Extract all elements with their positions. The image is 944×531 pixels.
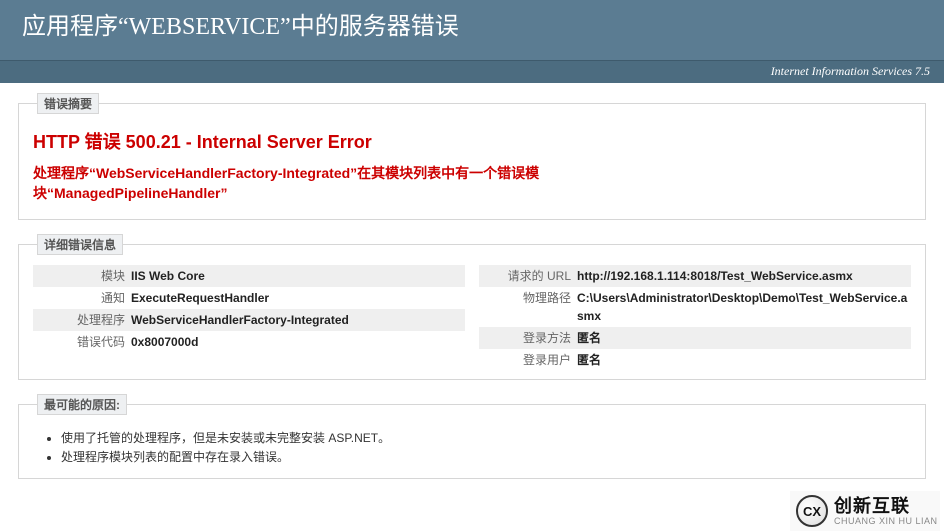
detail-row: 登录方法匿名 <box>479 327 911 349</box>
error-summary-legend: 错误摘要 <box>37 93 99 114</box>
detail-value: ExecuteRequestHandler <box>131 289 465 307</box>
iis-version-strip: Internet Information Services 7.5 <box>0 61 944 83</box>
details-left-column: 模块IIS Web Core通知ExecuteRequestHandler处理程… <box>33 265 465 371</box>
detail-row: 登录用户匿名 <box>479 349 911 371</box>
likely-causes-box: 最可能的原因: 使用了托管的处理程序，但是未安装或未完整安装 ASP.NET。处… <box>18 394 926 478</box>
error-title: HTTP 错误 500.21 - Internal Server Error <box>33 128 911 154</box>
detail-row: 物理路径C:\Users\Administrator\Desktop\Demo\… <box>479 287 911 327</box>
detail-row: 错误代码0x8007000d <box>33 331 465 353</box>
error-details-legend: 详细错误信息 <box>37 234 123 255</box>
detail-row: 通知ExecuteRequestHandler <box>33 287 465 309</box>
error-details-box: 详细错误信息 模块IIS Web Core通知ExecuteRequestHan… <box>18 234 926 380</box>
detail-value: IIS Web Core <box>131 267 465 285</box>
page-header: 应用程序“WEBSERVICE”中的服务器错误 <box>0 0 944 61</box>
brand-watermark: CX 创新互联 CHUANG XIN HU LIAN <box>790 491 940 531</box>
detail-label: 通知 <box>33 289 131 307</box>
detail-value: C:\Users\Administrator\Desktop\Demo\Test… <box>577 289 911 325</box>
detail-label: 登录用户 <box>479 351 577 369</box>
detail-label: 登录方法 <box>479 329 577 347</box>
cause-item: 处理程序模块列表的配置中存在录入错误。 <box>61 448 911 467</box>
detail-row: 请求的 URLhttp://192.168.1.114:8018/Test_We… <box>479 265 911 287</box>
error-summary-box: 错误摘要 HTTP 错误 500.21 - Internal Server Er… <box>18 93 926 220</box>
likely-causes-list: 使用了托管的处理程序，但是未安装或未完整安装 ASP.NET。处理程序模块列表的… <box>61 429 911 467</box>
detail-value: 匿名 <box>577 351 911 369</box>
page-title: 应用程序“WEBSERVICE”中的服务器错误 <box>0 0 944 41</box>
detail-value: 匿名 <box>577 329 911 347</box>
detail-value: WebServiceHandlerFactory-Integrated <box>131 311 465 329</box>
brand-logo-icon: CX <box>796 495 828 527</box>
detail-row: 处理程序WebServiceHandlerFactory-Integrated <box>33 309 465 331</box>
brand-name-pinyin: CHUANG XIN HU LIAN <box>834 517 938 526</box>
detail-label: 处理程序 <box>33 311 131 329</box>
cause-item: 使用了托管的处理程序，但是未安装或未完整安装 ASP.NET。 <box>61 429 911 448</box>
detail-row: 模块IIS Web Core <box>33 265 465 287</box>
likely-causes-legend: 最可能的原因: <box>37 394 127 415</box>
detail-label: 请求的 URL <box>479 267 577 285</box>
details-right-column: 请求的 URLhttp://192.168.1.114:8018/Test_We… <box>479 265 911 371</box>
detail-value: 0x8007000d <box>131 333 465 351</box>
detail-label: 物理路径 <box>479 289 577 307</box>
error-subtitle: 处理程序“WebServiceHandlerFactory-Integrated… <box>33 164 683 203</box>
detail-label: 模块 <box>33 267 131 285</box>
detail-label: 错误代码 <box>33 333 131 351</box>
detail-value: http://192.168.1.114:8018/Test_WebServic… <box>577 267 911 285</box>
brand-name-cn: 创新互联 <box>834 497 938 515</box>
